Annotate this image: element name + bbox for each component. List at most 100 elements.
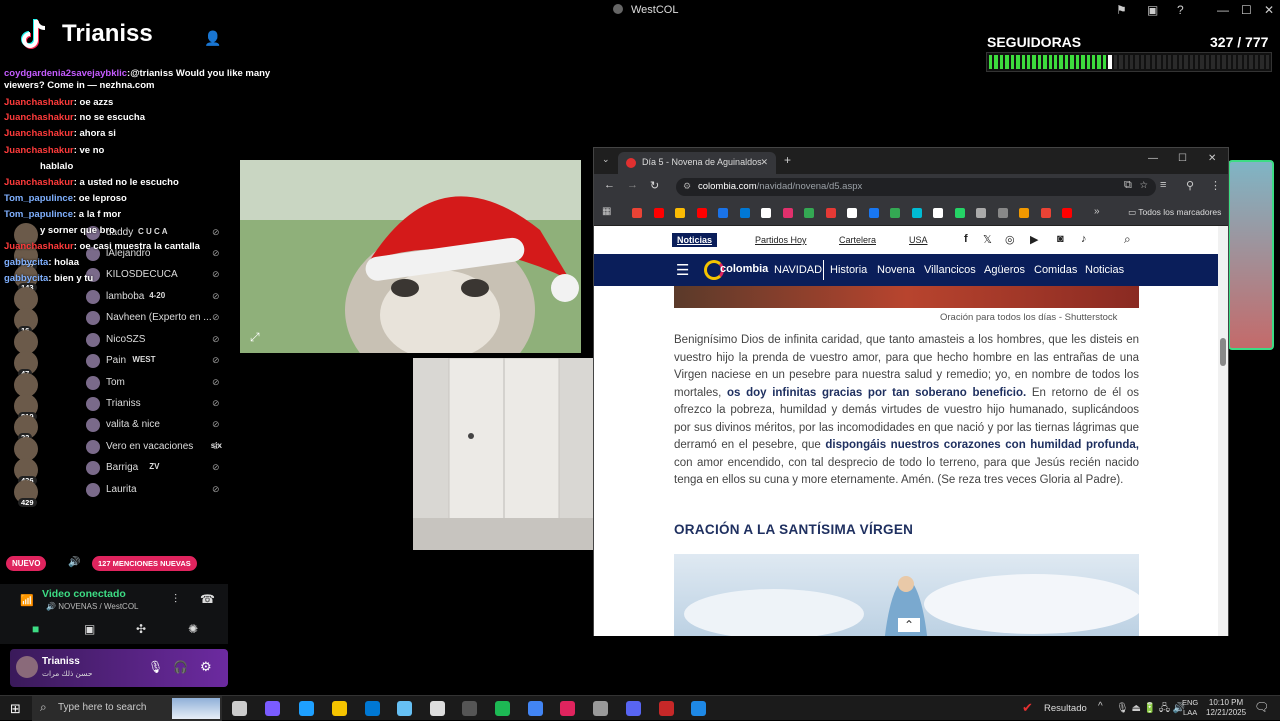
all-bookmarks[interactable]: ▭ Todos los marcadores: [1128, 207, 1221, 218]
member-avatar[interactable]: [86, 461, 100, 475]
member-avatar[interactable]: [86, 483, 100, 497]
store-icon[interactable]: [430, 701, 445, 716]
bookmark-icon[interactable]: [911, 208, 922, 218]
settings-gear-icon[interactable]: ⚙: [200, 659, 212, 675]
nav-noticias[interactable]: Noticias: [1085, 264, 1124, 276]
facebook-icon[interactable]: f: [964, 233, 968, 245]
bookmark-icon[interactable]: [1040, 208, 1051, 218]
resultado-label[interactable]: Resultado: [1044, 703, 1087, 714]
signal-icon[interactable]: 📶: [20, 594, 34, 607]
spotify-icon[interactable]: [495, 701, 510, 716]
reload-icon[interactable]: ↻: [650, 179, 659, 192]
site-logo[interactable]: colombia: [720, 263, 768, 275]
record-icon[interactable]: [659, 701, 674, 716]
member-name[interactable]: Tom: [106, 377, 125, 388]
popout-icon[interactable]: ⤢: [250, 330, 260, 345]
bookmark-icon[interactable]: [782, 208, 793, 218]
member-avatar[interactable]: [86, 333, 100, 347]
scroll-top-icon[interactable]: ⌃: [898, 618, 921, 632]
extensions-icon[interactable]: ⧉: [1124, 179, 1132, 192]
back-icon[interactable]: ←: [604, 179, 615, 191]
obs-icon[interactable]: [462, 701, 477, 716]
tab-close-icon[interactable]: ✕: [760, 157, 768, 168]
member-name[interactable]: valita & nice: [106, 419, 160, 430]
bookmark-icon[interactable]: [825, 208, 836, 218]
member-name[interactable]: Trianiss: [106, 398, 141, 409]
bookmark-icon[interactable]: [1019, 208, 1029, 218]
voice-channel[interactable]: 🔊 NOVENAS / WestCOL: [46, 602, 139, 611]
member-name[interactable]: Vero en vacaciones: [106, 441, 193, 452]
activity-icon[interactable]: ✣: [136, 622, 146, 636]
minimize-icon[interactable]: —: [1148, 153, 1158, 164]
new-tab-icon[interactable]: +: [784, 153, 791, 167]
taskbar-search[interactable]: ⌕ Type here to search: [32, 696, 222, 721]
mentions-badge[interactable]: 127 MENCIONES NUEVAS: [92, 556, 197, 571]
steam-icon[interactable]: [397, 701, 412, 716]
member-avatar[interactable]: [86, 290, 100, 304]
page-scrollbar[interactable]: [1218, 226, 1228, 636]
headphones-icon[interactable]: 🎧: [173, 660, 188, 674]
youtube-icon[interactable]: ▶: [1030, 233, 1038, 246]
bookmark-icon[interactable]: [847, 208, 857, 218]
clock[interactable]: 10:10 PM 12/21/2025: [1206, 698, 1246, 718]
url-input[interactable]: ⚙ colombia.com/navidad/novena/d5.aspx ☆: [676, 178, 1156, 196]
bookmark-icon[interactable]: [976, 208, 986, 218]
flag-icon[interactable]: ⚑: [1116, 3, 1127, 17]
apps-icon[interactable]: ▦: [602, 206, 611, 217]
maximize-icon[interactable]: ☐: [1178, 153, 1187, 164]
bookmark-icon[interactable]: [653, 208, 664, 218]
media-icon[interactable]: ≡: [1160, 179, 1166, 191]
bookmark-icon[interactable]: [890, 208, 900, 218]
tray-icons[interactable]: 🎙 ⏏ 🔋 🖧 🔊: [1116, 701, 1185, 718]
hamburger-menu-icon[interactable]: ☰: [676, 261, 689, 279]
bookmark-icon[interactable]: [761, 208, 771, 218]
bookmark-icon[interactable]: [1062, 208, 1072, 218]
menu-icon[interactable]: ⋮: [1210, 179, 1221, 192]
member-avatar[interactable]: [86, 418, 100, 432]
close-icon[interactable]: ✕: [1208, 153, 1216, 164]
resultado-icon[interactable]: ✔: [1022, 700, 1033, 716]
help-icon[interactable]: ?: [1177, 3, 1184, 17]
noise-icon[interactable]: ⫶: [174, 592, 177, 607]
bookmark-star-icon[interactable]: ☆: [1139, 180, 1148, 191]
bookmark-icon[interactable]: [954, 208, 965, 218]
microphone-icon[interactable]: 🎙: [148, 660, 163, 674]
tray-overflow-icon[interactable]: ^: [1098, 701, 1103, 712]
nav-navidad[interactable]: NAVIDAD: [774, 264, 822, 276]
topnav-noticias[interactable]: Noticias: [672, 233, 718, 247]
search-icon[interactable]: ⌕: [1124, 232, 1131, 247]
bookmark-icon[interactable]: [739, 208, 750, 218]
member-avatar[interactable]: [86, 397, 100, 411]
language-indicator[interactable]: ENG LAA: [1182, 698, 1198, 718]
bookmark-icon[interactable]: [804, 208, 814, 218]
member-name[interactable]: lamboba: [106, 291, 144, 302]
notification-icon[interactable]: 🗨: [1254, 700, 1269, 714]
topnav-partidos[interactable]: Partidos Hoy: [755, 235, 807, 245]
nav-comidas[interactable]: Comidas: [1034, 264, 1077, 276]
chrome-icon[interactable]: [528, 701, 543, 716]
screen-icon[interactable]: ▣: [1147, 3, 1158, 17]
avatar[interactable]: [16, 656, 38, 678]
member-avatar[interactable]: [86, 440, 100, 454]
member-avatar[interactable]: [86, 376, 100, 390]
app-icon[interactable]: [593, 701, 608, 716]
member-name[interactable]: Barriga: [106, 462, 138, 473]
camera-icon[interactable]: ■: [32, 622, 39, 636]
soundboard-icon[interactable]: ✺: [188, 622, 198, 636]
bookmark-icon[interactable]: [675, 208, 685, 218]
member-name[interactable]: NicoSZS: [106, 334, 145, 345]
member-name[interactable]: Navheen (Experto en ...: [106, 312, 212, 323]
screen-share-icon[interactable]: ▣: [84, 622, 95, 636]
more-bookmarks-icon[interactable]: »: [1094, 206, 1100, 217]
tab-list-icon[interactable]: ⌄: [602, 154, 610, 165]
member-avatar[interactable]: [86, 354, 100, 368]
instagram-icon[interactable]: ◎: [1005, 233, 1015, 246]
speaker-icon[interactable]: 🔊: [68, 557, 80, 568]
explorer-icon[interactable]: [332, 701, 347, 716]
member-name[interactable]: Pain: [106, 355, 126, 366]
bookmark-icon[interactable]: [997, 208, 1008, 218]
close-icon[interactable]: ✕: [1264, 3, 1274, 17]
scroll-thumb[interactable]: [1220, 338, 1226, 366]
bookmark-icon[interactable]: [632, 208, 642, 218]
x-icon[interactable]: 𝕏: [983, 233, 992, 246]
